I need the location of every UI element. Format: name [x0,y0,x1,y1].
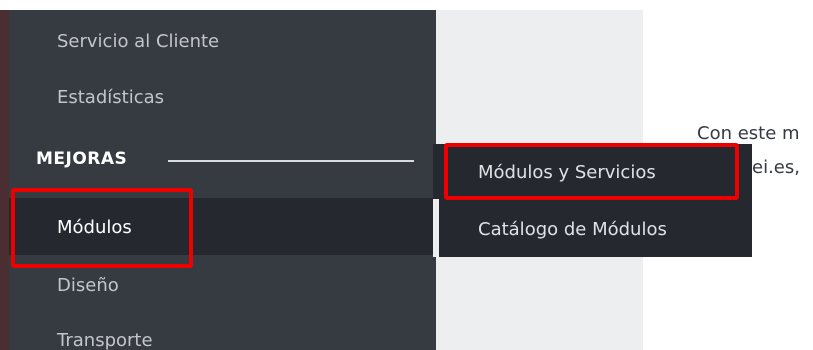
section-divider [168,160,414,162]
content-text-line-2: ei.es, [752,157,800,178]
sidebar-item-servicio-al-cliente[interactable]: Servicio al Cliente [57,31,219,52]
highlight-box-modulos [11,188,193,268]
sidebar: Servicio al Cliente Estadísticas MEJORAS… [0,10,436,350]
sidebar-item-transporte[interactable]: Transporte [57,330,153,350]
content-text-line-1: Con este m [697,123,800,144]
submenu-edge [433,199,439,257]
sidebar-item-estadisticas[interactable]: Estadísticas [57,87,164,108]
submenu-item-catalogo-de-modulos[interactable]: Catálogo de Módulos [478,219,667,240]
highlight-box-modulos-y-servicios [444,143,739,200]
section-header-mejoras: MEJORAS [36,149,128,169]
sidebar-edge [0,10,9,350]
sidebar-item-diseno[interactable]: Diseño [57,275,119,296]
